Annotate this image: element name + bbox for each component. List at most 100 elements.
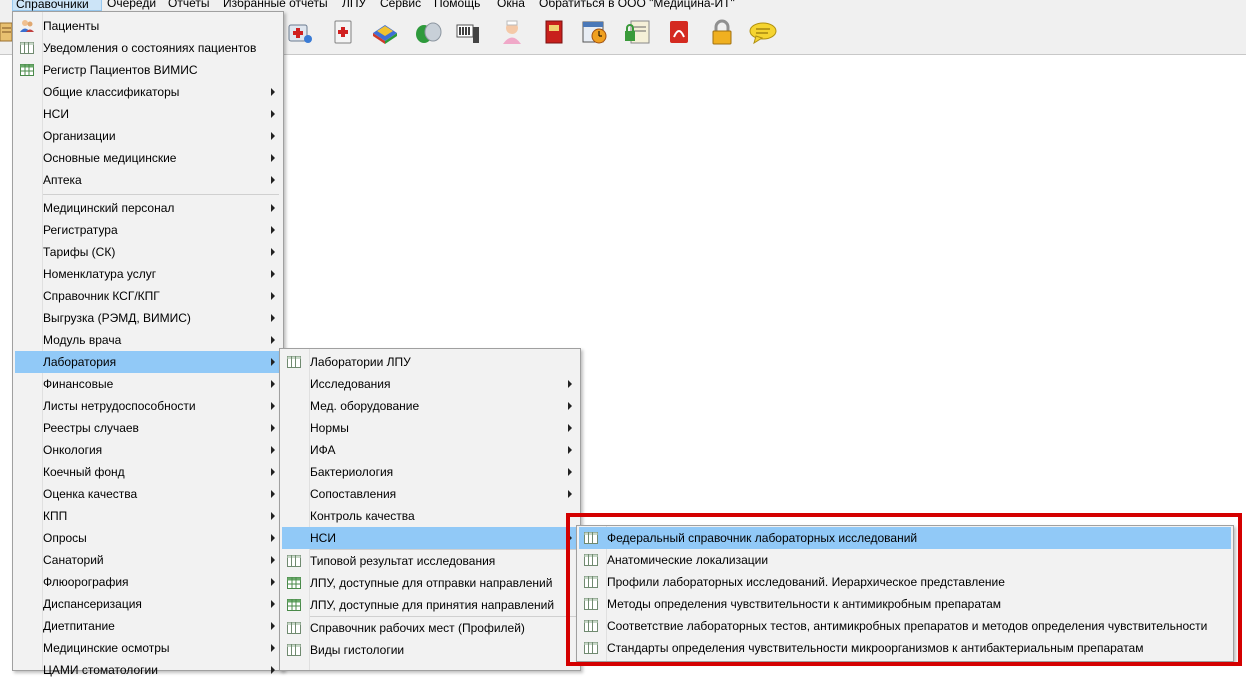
laboratory-menu-active-item[interactable]: НСИ — [282, 527, 578, 549]
laboratory-menu-item[interactable]: Исследования — [282, 373, 578, 395]
directories-menu-item-label: Тарифы (СК) — [43, 245, 116, 259]
nsi-menu-item-label: Соответствие лабораторных тестов, антими… — [607, 619, 1208, 633]
directories-menu-item[interactable]: Опросы — [15, 527, 281, 549]
padlock-icon[interactable] — [707, 17, 737, 47]
chat-bubble-icon[interactable] — [748, 17, 778, 47]
directories-menu-item[interactable]: Регистр Пациентов ВИМИС — [15, 59, 281, 81]
laboratory-menu-item[interactable]: Сопоставления — [282, 483, 578, 505]
nsi-menu-active-item[interactable]: Федеральный справочник лабораторных иссл… — [579, 527, 1231, 549]
nsi-menu-item[interactable]: Анатомические локализации — [579, 549, 1231, 571]
menubar-item-help[interactable]: Помощь — [434, 0, 480, 11]
nsi-menu-item-label: Профили лабораторных исследований. Иерар… — [607, 575, 1005, 589]
menubar-item-favorite-reports[interactable]: Избранные отчеты — [223, 0, 328, 11]
medkit-icon[interactable] — [285, 17, 315, 47]
menu-bar: | Справочники Очереди Отчеты Избранные о… — [0, 0, 1246, 11]
directories-menu-item[interactable]: Основные медицинские — [15, 147, 281, 169]
menubar-item-contact[interactable]: Обратиться в ООО "Медицина-ИТ" — [539, 0, 735, 11]
directories-menu-item[interactable]: Медицинский персонал — [15, 197, 281, 219]
directories-menu-item[interactable]: Выгрузка (РЭМД, ВИМИС) — [15, 307, 281, 329]
nsi-menu-item[interactable]: Профили лабораторных исследований. Иерар… — [579, 571, 1231, 593]
directories-menu-item-label: Регистр Пациентов ВИМИС — [43, 63, 198, 77]
menubar-item-reports[interactable]: Отчеты — [168, 0, 209, 11]
pills-icon[interactable] — [413, 17, 443, 47]
directories-menu-item-label: КПП — [43, 509, 68, 523]
directories-menu-item[interactable]: Санаторий — [15, 549, 281, 571]
laboratory-menu-item[interactable]: ЛПУ, доступные для принятия направлений — [282, 594, 578, 616]
submenu-arrow-icon — [568, 380, 572, 388]
directories-menu-item-label: Медицинский персонал — [43, 201, 175, 215]
laboratory-menu-item[interactable]: Нормы — [282, 417, 578, 439]
submenu-arrow-icon — [271, 314, 275, 322]
directories-menu-item[interactable]: Организации — [15, 125, 281, 147]
directories-menu-item[interactable]: Диетпитание — [15, 615, 281, 637]
nurse-icon[interactable] — [497, 17, 527, 47]
laboratory-menu-item[interactable]: ИФА — [282, 439, 578, 461]
directories-menu-active-item[interactable]: Лаборатория — [15, 351, 281, 373]
submenu-arrow-icon — [271, 292, 275, 300]
directories-menu-item[interactable]: НСИ — [15, 103, 281, 125]
submenu-arrow-icon — [271, 110, 275, 118]
directories-menu-item[interactable]: Справочник КСГ/КПГ — [15, 285, 281, 307]
menubar-item-windows[interactable]: Окна — [497, 0, 525, 11]
directories-menu-item[interactable]: Уведомления о состояниях пациентов — [15, 37, 281, 59]
menubar-item-service[interactable]: Сервис — [380, 0, 421, 11]
directories-menu-item[interactable]: Медицинские осмотры — [15, 637, 281, 659]
barcode-scanner-icon[interactable] — [454, 17, 484, 47]
submenu-arrow-icon — [271, 578, 275, 586]
grid-icon — [286, 575, 302, 591]
directories-menu-item[interactable]: Диспансеризация — [15, 593, 281, 615]
laboratory-menu-item[interactable]: Бактериология — [282, 461, 578, 483]
directories-menu-item[interactable]: Номенклатура услуг — [15, 263, 281, 285]
directories-menu-item[interactable]: Листы нетрудоспособности — [15, 395, 281, 417]
directories-menu-item-label: Основные медицинские — [43, 151, 177, 165]
table-icon — [583, 552, 599, 568]
red-book-icon[interactable] — [539, 17, 569, 47]
directories-menu-item[interactable]: Модуль врача — [15, 329, 281, 351]
laboratory-menu-item-label: НСИ — [310, 531, 336, 545]
submenu-arrow-icon — [271, 600, 275, 608]
submenu-arrow-icon — [568, 446, 572, 454]
table-icon — [286, 553, 302, 569]
menubar-item-lpu[interactable]: ЛПУ — [342, 0, 366, 11]
laboratory-menu-item-label: Виды гистологии — [310, 643, 405, 657]
laboratory-menu-item[interactable]: Лаборатории ЛПУ — [282, 351, 578, 373]
books-icon[interactable] — [370, 17, 400, 47]
laboratory-menu-item[interactable]: Мед. оборудование — [282, 395, 578, 417]
menubar-item-queues[interactable]: Очереди — [107, 0, 156, 11]
directories-menu-item-label: Общие классификаторы — [43, 85, 180, 99]
laboratory-menu-item[interactable]: Справочник рабочих мест (Профилей) — [282, 617, 578, 639]
submenu-arrow-icon — [271, 402, 275, 410]
laboratory-menu-item[interactable]: ЛПУ, доступные для отправки направлений — [282, 572, 578, 594]
directories-menu-item[interactable]: Финансовые — [15, 373, 281, 395]
directories-menu-item[interactable]: Флюорография — [15, 571, 281, 593]
directories-menu-item[interactable]: КПП — [15, 505, 281, 527]
directories-menu-item[interactable]: Общие классификаторы — [15, 81, 281, 103]
nsi-menu-item[interactable]: Стандарты определения чувствительности м… — [579, 637, 1231, 659]
menu-separator — [310, 616, 576, 617]
directories-menu-item[interactable]: Тарифы (СК) — [15, 241, 281, 263]
directories-menu-item[interactable]: Реестры случаев — [15, 417, 281, 439]
laboratory-menu-item[interactable]: Контроль качества — [282, 505, 578, 527]
menu-separator — [310, 549, 576, 550]
laboratory-menu-item-label: ЛПУ, доступные для принятия направлений — [310, 598, 555, 612]
laboratory-menu-item-label: Контроль качества — [310, 509, 415, 523]
directories-menu-item[interactable]: Пациенты — [15, 15, 281, 37]
pdf-icon[interactable] — [664, 17, 694, 47]
first-aid-icon[interactable] — [328, 17, 358, 47]
directories-menu-item[interactable]: Коечный фонд — [15, 461, 281, 483]
laboratory-menu-item-label: Бактериология — [310, 465, 394, 479]
directories-menu-item[interactable]: Онкология — [15, 439, 281, 461]
directories-menu-item[interactable]: Оценка качества — [15, 483, 281, 505]
calendar-clock-icon[interactable] — [580, 17, 610, 47]
laboratory-menu-item[interactable]: Типовой результат исследования — [282, 550, 578, 572]
nsi-menu-item[interactable]: Методы определения чувствительности к ан… — [579, 593, 1231, 615]
submenu-arrow-icon — [271, 490, 275, 498]
directories-menu-item[interactable]: Регистратура — [15, 219, 281, 241]
directories-menu-item-label: НСИ — [43, 107, 69, 121]
directories-menu-item[interactable]: Аптека — [15, 169, 281, 191]
directories-menu-item[interactable]: ЦАМИ стоматологии — [15, 659, 281, 681]
report-lock-icon[interactable] — [622, 17, 652, 47]
laboratory-menu-item[interactable]: Виды гистологии — [282, 639, 578, 661]
menubar-item-directories[interactable]: Справочники — [12, 0, 102, 11]
nsi-menu-item[interactable]: Соответствие лабораторных тестов, антими… — [579, 615, 1231, 637]
